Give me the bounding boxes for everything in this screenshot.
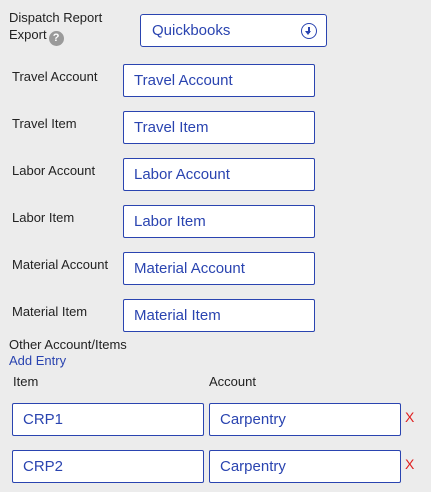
travel-item-input[interactable] [123,111,315,144]
other-account-items-heading: Other Account/Items [9,337,127,352]
material-account-label: Material Account [12,257,109,272]
labor-account-input[interactable] [123,158,315,191]
other-item-input[interactable] [12,450,204,483]
dispatch-export-settings: Dispatch Report Export? Quickbooks Trave… [0,0,431,492]
question-mark-icon[interactable]: ? [48,31,64,46]
material-account-input[interactable] [123,252,315,285]
add-entry-link[interactable]: Add Entry [9,353,66,368]
account-column-header: Account [209,374,256,389]
travel-account-label: Travel Account [12,69,98,84]
remove-entry-icon[interactable]: X [405,456,414,472]
material-item-label: Material Item [12,304,88,319]
item-column-header: Item [13,374,39,389]
other-account-input[interactable] [209,450,401,483]
material-item-input[interactable] [123,299,315,332]
export-format-value: Quickbooks [152,22,231,39]
labor-account-label: Labor Account [12,163,96,178]
labor-item-label: Labor Item [12,210,75,225]
remove-entry-icon[interactable]: X [405,409,414,425]
export-format-select[interactable]: Quickbooks [140,14,327,47]
other-item-input[interactable] [12,403,204,436]
chevron-down-circle-icon[interactable] [301,23,317,39]
dispatch-export-label: Dispatch Report Export? [9,10,103,46]
travel-item-label: Travel Item [12,116,77,131]
labor-item-input[interactable] [123,205,315,238]
other-account-input[interactable] [209,403,401,436]
travel-account-input[interactable] [123,64,315,97]
